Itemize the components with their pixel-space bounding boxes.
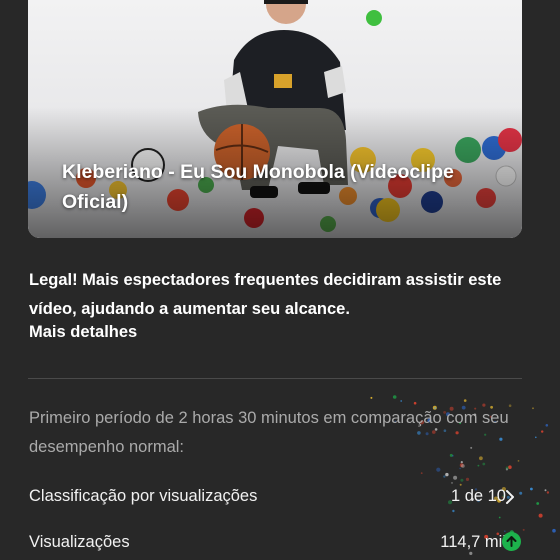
confetti-dot — [532, 407, 534, 410]
confetti-dot — [545, 424, 549, 427]
comparison-period-text: Primeiro período de 2 horas 30 minutos e… — [29, 409, 509, 456]
confetti-dot — [536, 502, 540, 505]
confetti-dot — [538, 513, 543, 518]
confetti-dot — [544, 489, 547, 492]
confetti-dot — [505, 468, 508, 471]
arrow-up-circle-icon — [502, 532, 521, 551]
confetti-dot — [392, 395, 397, 399]
more-details-link[interactable]: Mais detalhes — [29, 323, 137, 342]
confetti-dot — [465, 477, 470, 481]
insight-message: Legal! Mais espectadores frequentes deci… — [29, 271, 502, 318]
metric-value-views: 114,7 mil — [440, 533, 506, 551]
confetti-dot — [436, 467, 441, 472]
confetti-dot — [461, 464, 465, 468]
confetti-dot — [535, 436, 537, 439]
confetti-dot — [541, 430, 544, 433]
confetti-dot — [459, 483, 462, 486]
confetti-dot — [546, 491, 550, 494]
confetti-dot — [517, 460, 520, 462]
confetti-dot — [445, 472, 449, 477]
confetti-dot — [370, 396, 373, 399]
divider — [28, 378, 522, 379]
confetti-dot — [463, 399, 467, 402]
confetti-dot — [451, 482, 453, 484]
confetti-dot — [400, 400, 403, 402]
chevron-right-icon[interactable] — [502, 487, 518, 507]
confetti-dot — [459, 467, 461, 470]
confetti-dot — [522, 528, 525, 531]
confetti-dot — [530, 487, 533, 491]
confetti-dot — [477, 464, 480, 467]
confetti-dot — [482, 462, 486, 466]
confetti-dot — [460, 478, 464, 482]
confetti-dot — [420, 472, 423, 474]
confetti-dot — [508, 404, 512, 407]
confetti-dot — [498, 516, 501, 519]
confetti-dot — [519, 491, 523, 495]
confetti-dot — [508, 465, 512, 469]
metric-label-views: Visualizações — [29, 533, 130, 551]
confetti-dot — [469, 551, 473, 555]
confetti-dot — [453, 475, 458, 480]
video-thumbnail[interactable]: Kleberiano - Eu Sou Monobola (Videoclipe… — [28, 0, 522, 238]
confetti-dot — [552, 528, 556, 533]
metric-value-rank: 1 de 10 — [450, 487, 506, 505]
confetti-dot — [443, 475, 446, 478]
video-title[interactable]: Kleberiano - Eu Sou Monobola (Videoclipe… — [62, 157, 482, 217]
confetti-dot — [452, 509, 455, 513]
metric-label-rank: Classificação por visualizações — [29, 487, 258, 505]
